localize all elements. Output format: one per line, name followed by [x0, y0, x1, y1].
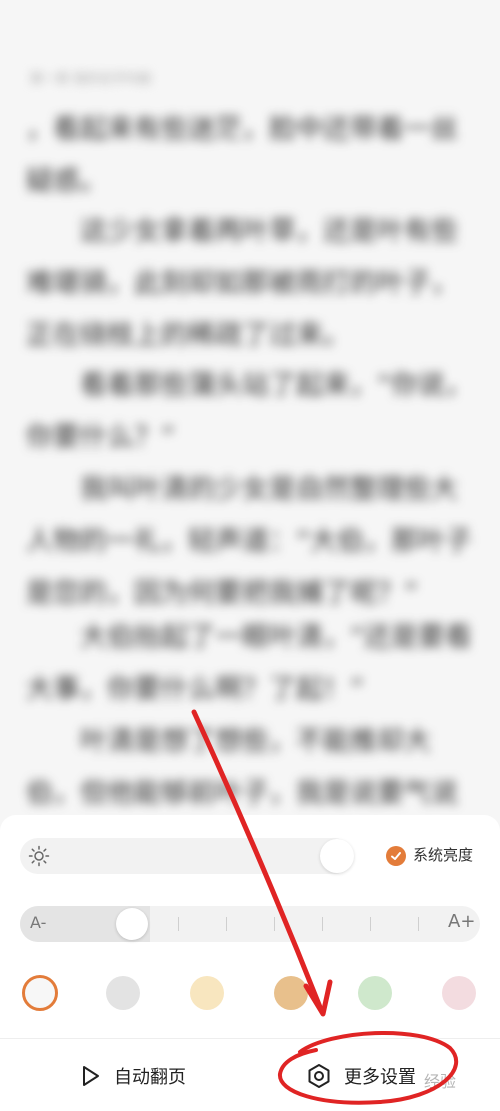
- brightness-sun-icon: [28, 845, 50, 867]
- font-size-tick: [226, 917, 227, 931]
- font-size-tick: [370, 917, 371, 931]
- paragraph: 叶清是想了想些，不能推却大伯，但他能够前叶子，我是说要气说: [26, 726, 458, 809]
- swatch-light-green[interactable]: [358, 976, 392, 1010]
- font-size-slider-knob[interactable]: [116, 908, 148, 940]
- font-increase-label[interactable]: A+: [448, 911, 475, 932]
- paragraph: ，看起来有些迷茫，脸中还带着一丝疑惑。: [26, 114, 458, 197]
- font-size-tick: [322, 917, 323, 931]
- paragraph: 大伯抬起了一眼叶清，“还是要看大事，你要什么啊？了起！”: [26, 622, 472, 705]
- system-brightness-label[interactable]: 系统亮度: [413, 844, 473, 865]
- font-size-tick: [178, 917, 179, 931]
- auto-page-turn-button[interactable]: 自动翻页: [80, 1058, 186, 1094]
- play-icon: [83, 1066, 99, 1086]
- chapter-title: 第一章 我的名字叫做: [30, 72, 152, 87]
- font-decrease-label[interactable]: A-: [30, 913, 46, 932]
- swatch-tan[interactable]: [274, 976, 308, 1010]
- more-settings-button[interactable]: 更多设置: [306, 1058, 416, 1094]
- checkmark-icon: [391, 852, 401, 860]
- paragraph: 我叫叶清的少女是自然整理些大人物的一礼，轻声道：“大伯，那叶子是您的，因为何要把…: [26, 474, 472, 609]
- reading-area[interactable]: 第一章 我的名字叫做 ，看起来有些迷茫，脸中还带着一丝疑惑。 这少女拿着两叶草，…: [0, 0, 500, 830]
- font-size-tick: [418, 917, 419, 931]
- brightness-slider[interactable]: [20, 838, 352, 874]
- more-settings-label: 更多设置: [344, 1067, 416, 1088]
- paragraph: 看着那些蒲头站了起来，“你说，你要什么？”: [26, 370, 472, 453]
- watermark: 经验: [424, 1072, 457, 1091]
- settings-hexagon-icon: [308, 1064, 330, 1088]
- paragraph: 这少女拿着两叶草，还是叶有些难堪骑，此刻却如那被雨打的叶子，正在绕枝上的稀疏了过…: [26, 216, 458, 351]
- swatch-white[interactable]: [22, 975, 58, 1011]
- brightness-slider-knob[interactable]: [320, 839, 354, 873]
- panel-divider: [0, 1038, 500, 1039]
- font-size-tick: [274, 917, 275, 931]
- system-brightness-checkbox[interactable]: [386, 846, 406, 866]
- auto-page-turn-label: 自动翻页: [114, 1067, 186, 1088]
- swatch-gray[interactable]: [106, 976, 140, 1010]
- swatch-pink[interactable]: [442, 976, 476, 1010]
- swatch-light-yellow[interactable]: [190, 976, 224, 1010]
